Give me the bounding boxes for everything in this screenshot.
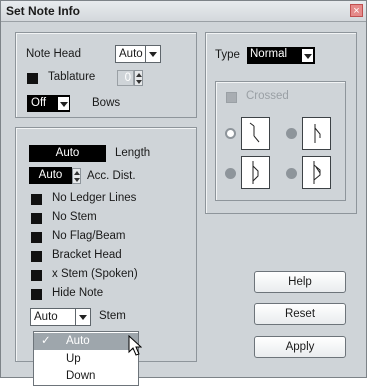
title-bar: Set Note Info × [1,1,366,22]
stem-value: Auto [34,311,58,323]
stem-dropdown[interactable]: Auto [30,308,91,326]
note-layout-radio-1[interactable] [225,128,236,139]
note-layout-radio-2[interactable] [286,128,297,139]
set-note-info-dialog: Set Note Info × Note Head Auto Tablature… [0,0,367,378]
mouse-cursor-icon [128,335,142,356]
length-field[interactable]: Auto [29,145,106,162]
stem-options-group: Auto Length Auto Acc. Dist. No Ledger Li… [15,127,197,362]
stem-up-icon[interactable] [241,117,270,150]
bracket-head-checkbox[interactable] [31,251,42,262]
note-glyph-icon [252,161,259,184]
tablature-spinner[interactable] [134,70,143,86]
check-icon: ✓ [41,335,51,347]
tablature-field[interactable]: 0 [117,70,134,86]
apply-button[interactable]: Apply [254,336,346,358]
option-label: No Flag/Beam [52,230,126,242]
no-ledger-lines-checkbox[interactable] [31,194,42,205]
dialog-title: Set Note Info [6,4,80,18]
stem-up-flag-icon[interactable] [302,117,331,150]
no-stem-checkbox[interactable] [31,213,42,224]
menu-item-label: Down [66,370,96,382]
menu-item-label: Up [66,353,81,365]
option-label: Hide Note [52,287,104,299]
crossed-group: Crossed [215,81,346,201]
acc-dist-label: Acc. Dist. [87,170,136,182]
chevron-down-icon [301,48,314,63]
reset-button[interactable]: Reset [254,303,346,325]
option-label: No Stem [52,211,97,223]
note-glyph-icon [313,161,321,184]
menu-item-down[interactable]: Down [34,368,138,385]
note-layout-radio-4[interactable] [286,168,297,179]
acc-dist-spinner[interactable] [72,168,81,184]
tablature-checkbox[interactable] [27,73,38,84]
crossed-label: Crossed [246,90,289,102]
stem-label: Stem [99,310,126,322]
note-head-value: Auto [119,48,143,60]
chevron-down-icon [145,46,160,62]
type-label: Type [215,49,240,61]
stem-double-icon[interactable] [241,156,270,189]
help-button[interactable]: Help [254,271,346,293]
chevron-down-icon [75,309,90,325]
tablature-label: Tablature [48,71,96,83]
acc-dist-field[interactable]: Auto [29,167,72,184]
menu-item-up[interactable]: Up [34,351,138,368]
note-glyph-icon [314,124,321,143]
menu-item-label: Auto [66,335,90,347]
menu-item-auto[interactable]: ✓ Auto [34,333,138,350]
note-glyph-icon [249,122,260,143]
chevron-down-icon [57,96,70,111]
option-label: x Stem (Spoken) [52,268,138,280]
bows-value: Off [31,97,47,109]
stem-dropdown-menu: ✓ Auto Up Down [33,331,142,386]
no-flag-beam-checkbox[interactable] [31,232,42,243]
crossed-checkbox[interactable] [226,92,237,103]
hide-note-checkbox[interactable] [31,289,42,300]
bows-dropdown[interactable]: Off [27,95,70,112]
x-stem-spoken-checkbox[interactable] [31,270,42,281]
length-label: Length [115,147,151,159]
close-button[interactable]: × [350,4,363,17]
type-value: Normal [250,48,288,60]
option-label: No Ledger Lines [52,192,137,204]
bows-label: Bows [92,97,121,109]
stem-double-flag-icon[interactable] [302,156,331,189]
type-dropdown[interactable]: Normal [247,47,315,64]
note-head-dropdown[interactable]: Auto [115,45,161,63]
type-group: Type Normal Crossed [205,32,357,214]
option-label: Bracket Head [52,249,122,261]
note-head-group: Note Head Auto Tablature 0 Off Bows [15,32,197,118]
note-layout-radio-3[interactable] [225,168,236,179]
note-head-label: Note Head [26,48,81,60]
